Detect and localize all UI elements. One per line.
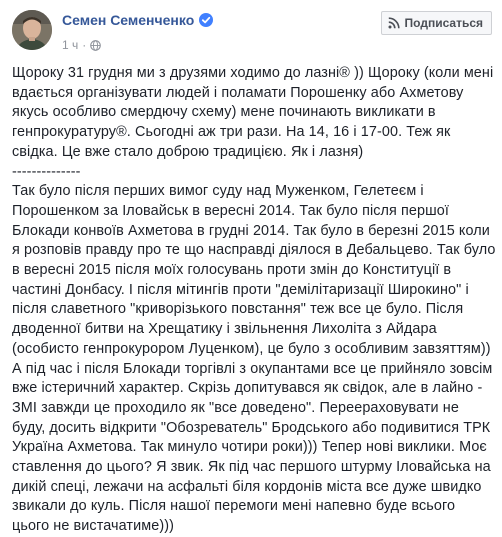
- post-body: Щороку 31 грудня ми з друзями ходимо до …: [12, 64, 496, 537]
- author-name-row: Семен Семенченко: [62, 12, 214, 28]
- verified-badge-icon: [199, 13, 214, 27]
- facebook-post: Семен Семенченко 1 ч · Подписаться Щорок…: [0, 0, 502, 534]
- meta-separator: ·: [82, 38, 87, 52]
- post-meta: 1 ч ·: [62, 38, 102, 52]
- subscribe-button[interactable]: Подписаться: [380, 11, 492, 35]
- globe-icon[interactable]: [90, 39, 102, 51]
- post-header: Семен Семенченко 1 ч · Подписаться: [0, 0, 502, 60]
- post-paragraph-2: Так було після перших вимог суду над Муж…: [12, 183, 496, 535]
- avatar[interactable]: [12, 10, 52, 50]
- avatar-image: [12, 10, 52, 50]
- author-name[interactable]: Семен Семенченко: [62, 12, 194, 28]
- post-separator: --------------: [12, 163, 81, 180]
- post-timestamp[interactable]: 1 ч: [62, 38, 78, 52]
- post-paragraph-1: Щороку 31 грудня ми з друзями ходимо до …: [12, 65, 494, 160]
- subscribe-label: Подписаться: [404, 16, 483, 30]
- rss-icon: [388, 17, 400, 29]
